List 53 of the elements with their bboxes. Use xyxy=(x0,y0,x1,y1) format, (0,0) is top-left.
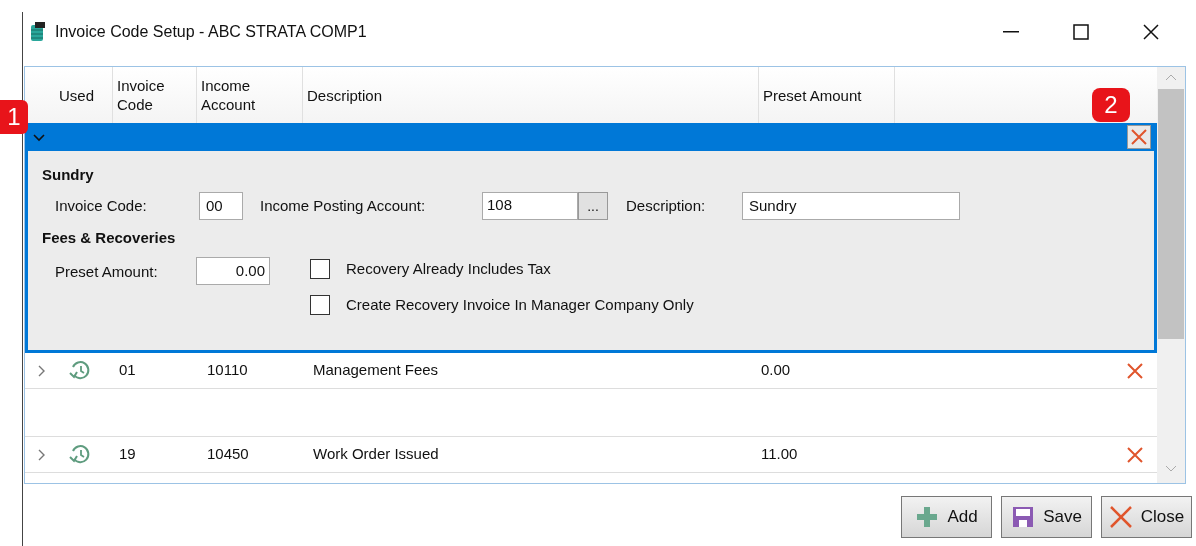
app-logo-icon xyxy=(29,21,47,43)
delete-icon xyxy=(1126,361,1144,380)
checkbox[interactable] xyxy=(310,295,330,315)
delete-button[interactable] xyxy=(1127,125,1151,149)
scroll-down-icon xyxy=(1165,465,1177,473)
delete-icon xyxy=(1126,445,1144,464)
table-cell-text: Work Order Issued xyxy=(313,444,440,465)
preset-amount-field[interactable]: 0.00 xyxy=(196,257,270,285)
income-account-field[interactable]: 108 xyxy=(482,192,578,220)
table-cell-text: 19 xyxy=(119,444,137,465)
checkbox-label: Recovery Already Includes Tax xyxy=(346,258,551,279)
field-label: Invoice Code: xyxy=(55,195,148,216)
column-header[interactable]: Invoice Code xyxy=(117,76,196,114)
table-cell-text: 11.00 xyxy=(761,444,799,465)
field-label: Preset Amount: xyxy=(55,262,159,282)
scroll-thumb[interactable] xyxy=(1158,89,1184,339)
column-header[interactable]: Income Account xyxy=(201,76,302,114)
invoice-code-field[interactable]: 00 xyxy=(199,192,243,220)
maximize-icon xyxy=(1073,24,1089,40)
scrollbar[interactable] xyxy=(1157,67,1185,483)
callout-badge: 1 xyxy=(0,100,28,134)
table-cell-text: 01 xyxy=(119,360,137,381)
section-heading: Fees & Recoveries xyxy=(42,228,177,248)
close-icon xyxy=(1108,505,1133,529)
table-cell-text: Management Fees xyxy=(313,360,440,381)
plus-icon xyxy=(915,505,940,529)
checkbox-label: Create Recovery Invoice In Manager Company Only xyxy=(346,294,694,315)
scroll-up-icon xyxy=(1165,73,1177,81)
delete-icon xyxy=(1130,128,1148,146)
description-field[interactable]: Sundry xyxy=(742,192,960,220)
table-cell-text: 10110 xyxy=(207,360,249,381)
history-clock-icon xyxy=(69,359,91,382)
window-title: Invoice Code Setup - ABC STRATA COMP1 xyxy=(55,22,367,42)
browse-button[interactable]: ... xyxy=(578,192,608,220)
close-icon xyxy=(1143,24,1159,40)
collapse-chevron-icon[interactable] xyxy=(33,131,45,143)
close-button[interactable]: Close xyxy=(1101,496,1192,538)
save-button[interactable]: Save xyxy=(1001,496,1092,538)
column-header[interactable]: Used xyxy=(59,85,95,105)
minimize-icon xyxy=(1003,31,1019,33)
field-label: Description: xyxy=(626,195,707,216)
delete-button[interactable] xyxy=(1125,360,1145,381)
field-label: Income Posting Account: xyxy=(260,195,427,216)
callout-badge: 2 xyxy=(1092,88,1130,122)
history-clock-icon xyxy=(69,443,91,466)
delete-button[interactable] xyxy=(1125,444,1145,465)
add-button[interactable]: Add xyxy=(901,496,992,538)
table-cell-text: 10450 xyxy=(207,444,250,465)
column-header[interactable]: Preset Amount xyxy=(763,85,862,105)
checkbox[interactable] xyxy=(310,259,330,279)
table-cell-text: 0.00 xyxy=(761,360,792,381)
column-header[interactable]: Description xyxy=(307,85,383,105)
section-heading: Sundry xyxy=(42,165,95,185)
